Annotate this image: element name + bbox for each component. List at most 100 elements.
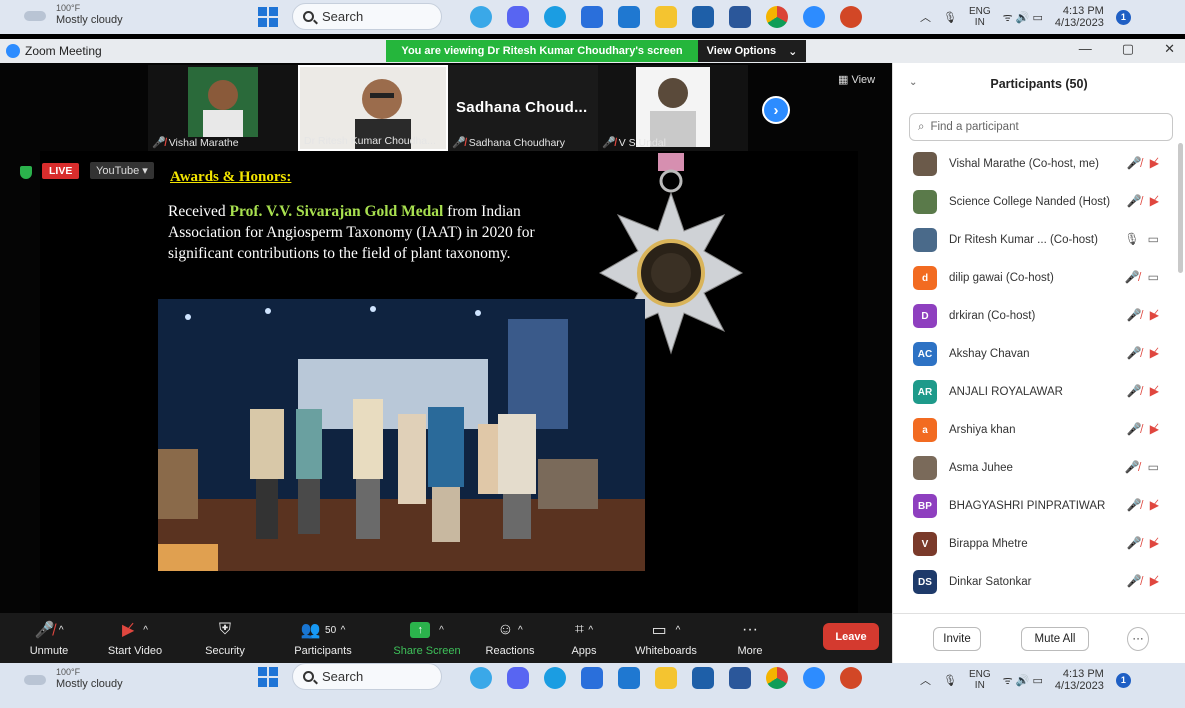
zoom-icon[interactable]: [803, 6, 825, 28]
more-button[interactable]: ··· More: [734, 617, 766, 657]
video-off-icon[interactable]: ▶̸: [1150, 574, 1159, 588]
youtube-dropdown[interactable]: YouTube ▾: [90, 162, 154, 179]
video-off-icon[interactable]: ▶̸: [1150, 536, 1159, 550]
view-options-button[interactable]: View Options ⌄: [698, 40, 806, 62]
mic-muted-icon[interactable]: 🎤̸: [1127, 498, 1142, 512]
security-button[interactable]: ⛨ Security: [200, 617, 250, 657]
files-icon[interactable]: [655, 667, 677, 689]
collapse-chevron-icon[interactable]: ⌄: [909, 77, 917, 88]
find-participant-input[interactable]: ⌕ Find a participant: [909, 113, 1173, 141]
wifi-volume-battery-icons[interactable]: ᯤ 🔊 ▭: [1003, 673, 1043, 688]
microphone-icon[interactable]: 🎙: [943, 11, 957, 24]
mic-muted-icon[interactable]: 🎤̸: [1127, 308, 1142, 322]
participant-row[interactable]: V Birappa Mhetre 🎤̸ ▶̸: [893, 525, 1173, 563]
chevron-up-icon[interactable]: ^: [676, 625, 681, 636]
mail-icon[interactable]: [618, 667, 640, 689]
powerpoint-icon[interactable]: [840, 6, 862, 28]
participant-row[interactable]: Vishal Marathe (Co-host, me) 🎤̸ ▶̸: [893, 145, 1173, 183]
video-off-icon[interactable]: ▶̸: [1150, 384, 1159, 398]
notification-badge[interactable]: 1: [1115, 672, 1131, 688]
participant-thumb[interactable]: 🎤̸ V S.Undal: [598, 65, 748, 151]
chevron-up-icon[interactable]: ︿: [920, 9, 931, 25]
video-off-icon[interactable]: ▶̸: [1150, 194, 1159, 208]
clock[interactable]: 4:13 PM 4/13/2023: [1055, 668, 1104, 692]
participant-thumb[interactable]: 🎤̸ Vishal Marathe: [148, 65, 298, 151]
mic-muted-icon[interactable]: 🎤̸: [1127, 574, 1142, 588]
video-off-icon[interactable]: ▶̸: [1150, 308, 1159, 322]
reactions-button[interactable]: ☺ ^ Reactions: [482, 617, 538, 657]
chevron-up-icon[interactable]: ︿: [920, 672, 931, 688]
chrome-icon[interactable]: [766, 667, 788, 689]
share-screen-button[interactable]: ↑ ^ Share Screen: [392, 617, 462, 657]
mic-muted-icon[interactable]: 🎤̸: [1127, 384, 1142, 398]
word-icon[interactable]: [729, 6, 751, 28]
mic-muted-icon[interactable]: 🎤̸: [1125, 270, 1140, 284]
participant-row[interactable]: Science College Nanded (Host) 🎤̸ ▶̸: [893, 183, 1173, 221]
chevron-up-icon[interactable]: ^: [143, 625, 148, 636]
discord-icon[interactable]: [507, 6, 529, 28]
maximize-button[interactable]: ▢: [1122, 41, 1134, 57]
participant-row[interactable]: Dr Ritesh Kumar ... (Co-host) 🎙 ▭: [893, 221, 1173, 259]
view-button[interactable]: ▦ View: [838, 73, 875, 86]
participant-thumb-active[interactable]: Dr Ritesh Kumar Choudha...: [298, 65, 448, 151]
close-button[interactable]: ✕: [1164, 41, 1175, 57]
mic-muted-icon[interactable]: 🎤̸: [1127, 156, 1142, 170]
zoom-icon[interactable]: [803, 667, 825, 689]
microphone-icon[interactable]: 🎙: [943, 674, 957, 687]
mic-muted-icon[interactable]: 🎤̸: [1127, 536, 1142, 550]
mic-muted-icon[interactable]: 🎤̸: [1127, 346, 1142, 360]
language-indicator[interactable]: ENG IN: [969, 6, 991, 28]
mic-muted-icon[interactable]: 🎤̸: [1127, 422, 1142, 436]
notification-badge[interactable]: 1: [1115, 9, 1131, 25]
minimize-button[interactable]: —: [1079, 41, 1092, 57]
mail-icon[interactable]: [618, 6, 640, 28]
apps-button[interactable]: ⌗ ^ Apps: [566, 617, 602, 657]
mic-muted-icon[interactable]: 🎤̸: [1125, 460, 1140, 474]
more-options-button[interactable]: ···: [1127, 627, 1149, 651]
windows-start-icon[interactable]: [258, 667, 278, 687]
mic-muted-icon[interactable]: 🎤̸: [1127, 194, 1142, 208]
mic-icon[interactable]: 🎙: [1124, 232, 1139, 246]
discord-icon[interactable]: [507, 667, 529, 689]
weather-widget[interactable]: 100°F Mostly cloudy: [22, 666, 123, 690]
bing-icon[interactable]: [470, 6, 492, 28]
edge-icon[interactable]: [544, 667, 566, 689]
chevron-up-icon[interactable]: ^: [341, 625, 346, 636]
launcher-icon[interactable]: [692, 667, 714, 689]
video-off-icon[interactable]: ▶̸: [1150, 422, 1159, 436]
word-icon[interactable]: [729, 667, 751, 689]
chrome-icon[interactable]: [766, 6, 788, 28]
participant-thumb[interactable]: Sadhana Choud... 🎤̸ Sadhana Choudhary: [448, 65, 598, 151]
leave-button[interactable]: Leave: [823, 623, 879, 650]
invite-button[interactable]: Invite: [933, 627, 981, 651]
video-icon[interactable]: ▭: [1148, 232, 1159, 246]
unmute-button[interactable]: 🎤̸ ^ Unmute: [24, 617, 74, 657]
video-off-icon[interactable]: ▶̸: [1150, 498, 1159, 512]
participant-row[interactable]: BP BHAGYASHRI PINPRATIWAR 🎤̸ ▶̸: [893, 487, 1173, 525]
mute-all-button[interactable]: Mute All: [1021, 627, 1089, 651]
edge-icon[interactable]: [544, 6, 566, 28]
weather-widget[interactable]: 100°F Mostly cloudy: [22, 2, 123, 26]
participant-row[interactable]: Asma Juhee 🎤̸ ▭: [893, 449, 1173, 487]
video-icon[interactable]: ▭: [1148, 270, 1159, 284]
live-badge[interactable]: LIVE: [42, 163, 80, 179]
participant-row[interactable]: AR ANJALI ROYALAWAR 🎤̸ ▶̸: [893, 373, 1173, 411]
chevron-up-icon[interactable]: ^: [518, 625, 523, 636]
language-indicator[interactable]: ENG IN: [969, 669, 991, 691]
store-icon[interactable]: [581, 6, 603, 28]
participant-row[interactable]: DS Dinkar Satonkar 🎤̸ ▶̸: [893, 563, 1173, 601]
launcher-icon[interactable]: [692, 6, 714, 28]
files-icon[interactable]: [655, 6, 677, 28]
powerpoint-icon[interactable]: [840, 667, 862, 689]
participant-row[interactable]: AC Akshay Chavan 🎤̸ ▶̸: [893, 335, 1173, 373]
chevron-up-icon[interactable]: ^: [439, 625, 444, 636]
video-icon[interactable]: ▭: [1148, 460, 1159, 474]
participants-button[interactable]: 👥 50 ^ Participants: [290, 617, 356, 657]
taskbar-search[interactable]: Search: [292, 3, 442, 30]
video-off-icon[interactable]: ▶̸: [1150, 156, 1159, 170]
taskbar-search[interactable]: Search: [292, 663, 442, 690]
next-page-button[interactable]: ›: [762, 96, 790, 124]
windows-start-icon[interactable]: [258, 7, 278, 27]
chevron-up-icon[interactable]: ^: [59, 625, 64, 636]
participant-row[interactable]: a Arshiya khan 🎤̸ ▶̸: [893, 411, 1173, 449]
